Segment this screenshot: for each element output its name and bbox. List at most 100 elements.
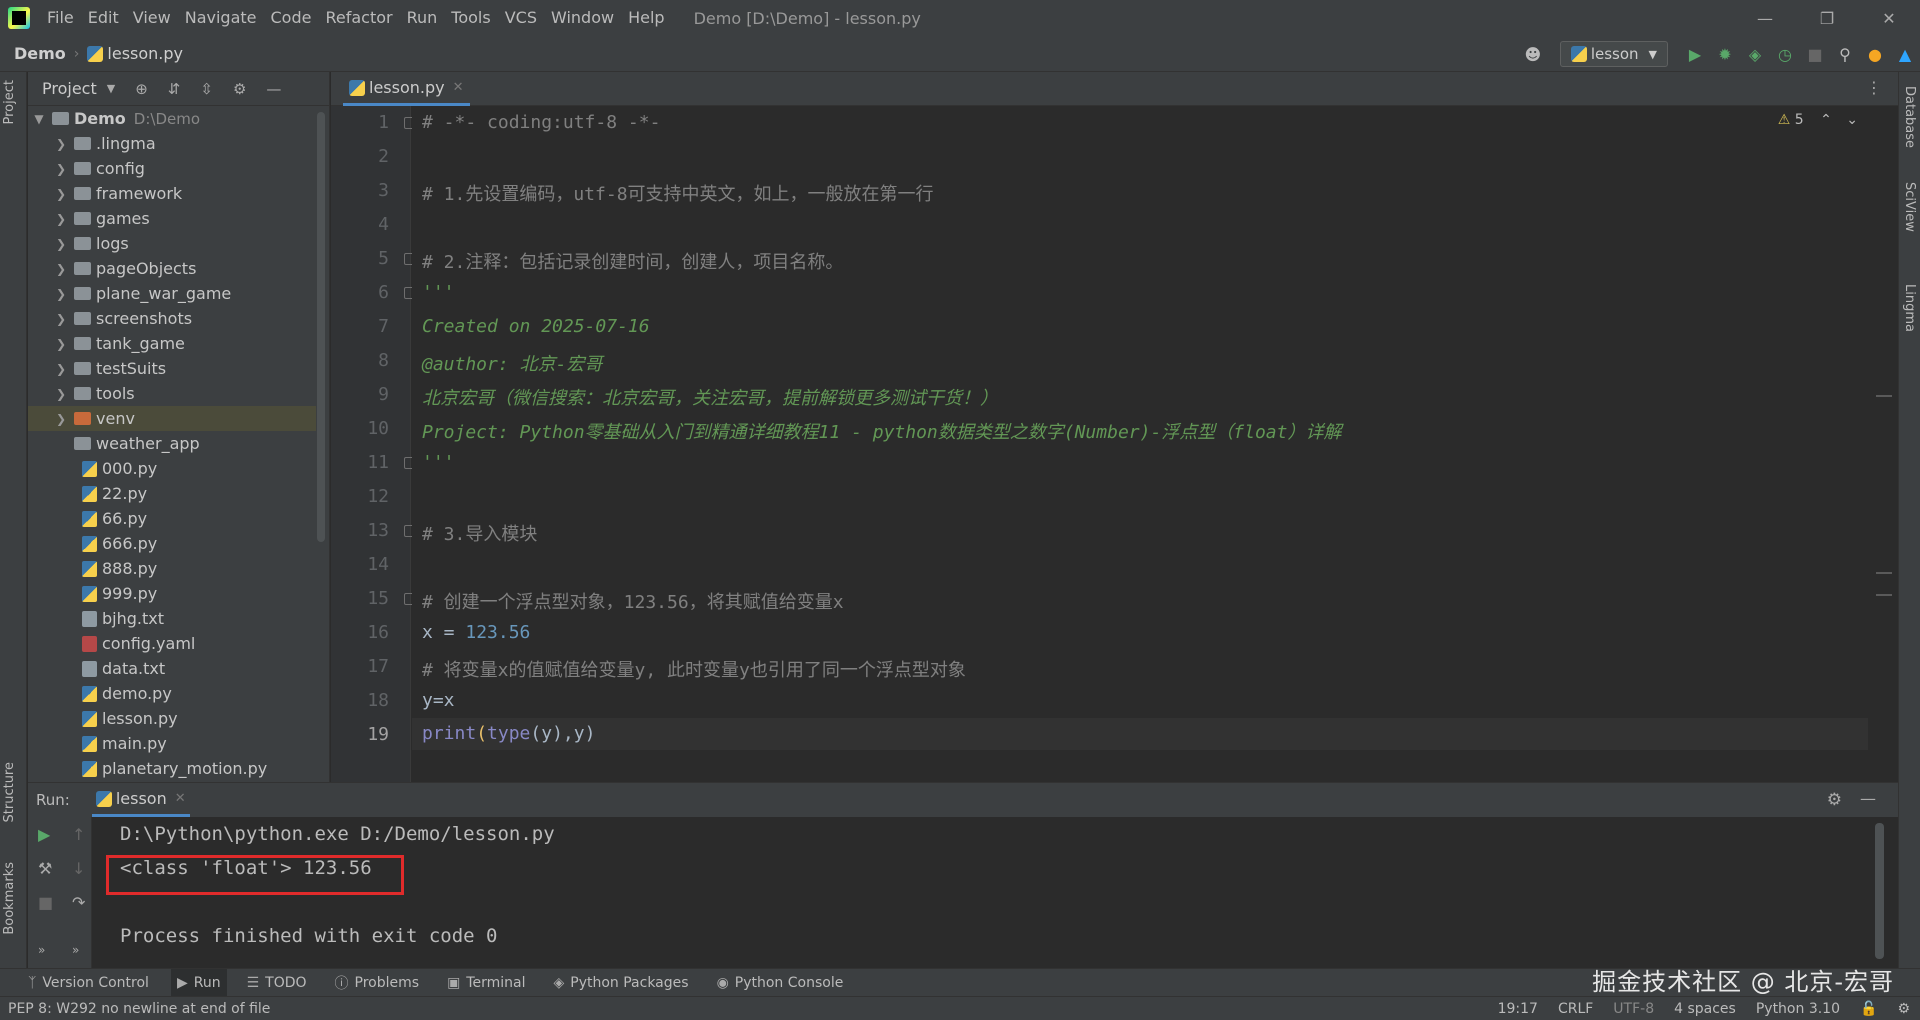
- tool-window-problems[interactable]: ⓘ Problems: [335, 973, 420, 993]
- tree-root[interactable]: ▼ Demo D:\Demo: [28, 106, 316, 131]
- wrench-icon[interactable]: ⚒: [38, 859, 52, 878]
- more-icon[interactable]: »: [38, 943, 45, 957]
- more-icon[interactable]: »: [72, 943, 79, 957]
- run-tab-lesson[interactable]: lesson ✕: [91, 783, 190, 817]
- chevron-right-icon[interactable]: ❯: [54, 162, 68, 176]
- search-icon[interactable]: ⚲: [1830, 36, 1860, 72]
- tree-file[interactable]: planetary_motion.py: [28, 756, 316, 781]
- tree-file[interactable]: lesson.py: [28, 706, 316, 731]
- python-interpreter[interactable]: Python 3.10: [1756, 1001, 1840, 1017]
- tree-folder-selected[interactable]: ❯ venv: [28, 406, 316, 431]
- chevron-right-icon[interactable]: ❯: [54, 137, 68, 151]
- lock-icon[interactable]: 🔓: [1860, 1001, 1877, 1017]
- chevron-right-icon[interactable]: ❯: [54, 187, 68, 201]
- profile-icon[interactable]: ◷: [1770, 36, 1800, 72]
- minimize-icon[interactable]: —: [1734, 0, 1796, 36]
- stop-icon[interactable]: ■: [38, 893, 53, 912]
- arrow-down-icon[interactable]: ↓: [72, 859, 85, 878]
- project-scrollbar[interactable]: [317, 112, 325, 542]
- tree-file[interactable]: 999.py: [28, 581, 316, 606]
- error-stripe-mark[interactable]: [1876, 572, 1892, 574]
- tool-tab-sciview[interactable]: SciView: [1902, 182, 1917, 232]
- chevron-right-icon[interactable]: ❯: [54, 387, 68, 401]
- coverage-icon[interactable]: ◈: [1740, 36, 1770, 72]
- chevron-right-icon[interactable]: ❯: [54, 237, 68, 251]
- update-icon[interactable]: ●: [1860, 36, 1890, 72]
- tool-tab-project[interactable]: Project: [2, 80, 17, 124]
- hide-icon[interactable]: —: [1860, 789, 1876, 808]
- tool-tab-database[interactable]: Database: [1902, 86, 1917, 148]
- inspection-widget[interactable]: ⚠ 5 ⌃ ⌄: [1778, 112, 1858, 128]
- error-stripe-mark[interactable]: [1876, 395, 1892, 397]
- debug-icon[interactable]: ✹: [1710, 36, 1740, 72]
- menu-vcs[interactable]: VCS: [498, 0, 544, 36]
- arrow-up-icon[interactable]: ↑: [72, 825, 85, 844]
- more-icon[interactable]: ⋮: [1866, 78, 1882, 97]
- close-tab-icon[interactable]: ✕: [453, 80, 464, 95]
- menu-code[interactable]: Code: [264, 0, 319, 36]
- tree-file[interactable]: bjhg.txt: [28, 606, 316, 631]
- tree-folder[interactable]: ❯ logs: [28, 231, 316, 256]
- run-icon[interactable]: ▶: [1680, 36, 1710, 72]
- chevron-right-icon[interactable]: ❯: [54, 312, 68, 326]
- menu-view[interactable]: View: [126, 0, 178, 36]
- close-icon[interactable]: ✕: [1858, 0, 1920, 36]
- tool-tab-bookmarks[interactable]: Bookmarks: [2, 862, 17, 935]
- line-separator[interactable]: CRLF: [1558, 1001, 1593, 1017]
- tree-file[interactable]: 888.py: [28, 556, 316, 581]
- chevron-right-icon[interactable]: ❯: [54, 362, 68, 376]
- menu-file[interactable]: File: [40, 0, 81, 36]
- run-configuration-select[interactable]: lesson ▼: [1559, 41, 1668, 67]
- chevron-right-icon[interactable]: ❯: [54, 412, 68, 426]
- breadcrumb-project[interactable]: Demo: [0, 44, 66, 63]
- chevron-down-icon[interactable]: ▼: [32, 112, 46, 126]
- restore-icon[interactable]: ❐: [1796, 0, 1858, 36]
- error-stripe-mark[interactable]: [1876, 594, 1892, 596]
- chevron-right-icon[interactable]: ❯: [54, 262, 68, 276]
- ai-assistant-icon[interactable]: ▲: [1890, 36, 1920, 72]
- tool-window-version-control[interactable]: ᛉ Version Control: [28, 975, 149, 991]
- tool-window-run[interactable]: ▶ Run: [170, 968, 227, 997]
- chevron-down-icon[interactable]: ⌄: [1846, 112, 1858, 128]
- menu-tools[interactable]: Tools: [444, 0, 497, 36]
- status-message[interactable]: PEP 8: W292 no newline at end of file: [8, 1001, 270, 1017]
- menu-navigate[interactable]: Navigate: [178, 0, 264, 36]
- tree-file[interactable]: main.py: [28, 731, 316, 756]
- tree-file[interactable]: 66.py: [28, 506, 316, 531]
- tree-folder[interactable]: ❯ .lingma: [28, 131, 316, 156]
- indent-setting[interactable]: 4 spaces: [1674, 1001, 1736, 1017]
- console-scrollbar[interactable]: [1875, 823, 1884, 959]
- tool-window-todo[interactable]: ☰ TODO: [247, 975, 307, 991]
- tab-lesson-py[interactable]: lesson.py ✕: [343, 72, 470, 106]
- tree-file[interactable]: data.txt: [28, 656, 316, 681]
- tree-folder[interactable]: ❯ tank_game: [28, 331, 316, 356]
- tool-window-python-console[interactable]: ◉ Python Console: [717, 975, 844, 991]
- locate-icon[interactable]: ⊕: [135, 80, 148, 98]
- tool-window-python-packages[interactable]: ◈ Python Packages: [553, 975, 688, 991]
- tree-file[interactable]: demo.py: [28, 681, 316, 706]
- project-view-select[interactable]: Project: [42, 79, 97, 98]
- gear-icon[interactable]: ⚙: [1827, 790, 1842, 810]
- chevron-right-icon[interactable]: ❯: [54, 212, 68, 226]
- tool-window-terminal[interactable]: ▣ Terminal: [447, 975, 525, 991]
- menu-refactor[interactable]: Refactor: [318, 0, 399, 36]
- file-encoding[interactable]: UTF-8: [1613, 1001, 1654, 1017]
- tree-file[interactable]: 22.py: [28, 481, 316, 506]
- code-editor[interactable]: # -*- coding:utf-8 -*- # 1.先设置编码，utf-8可支…: [412, 106, 1868, 782]
- breadcrumb-file[interactable]: lesson.py: [107, 44, 183, 63]
- tree-folder[interactable]: ❯ plane_war_game: [28, 281, 316, 306]
- tree-file[interactable]: 000.py: [28, 456, 316, 481]
- rerun-icon[interactable]: ▶: [38, 825, 50, 844]
- tree-folder[interactable]: ❯ framework: [28, 181, 316, 206]
- hide-icon[interactable]: —: [266, 80, 281, 98]
- tree-folder[interactable]: ❯ screenshots: [28, 306, 316, 331]
- chevron-up-icon[interactable]: ⌃: [1820, 112, 1832, 128]
- tree-folder[interactable]: ❯ games: [28, 206, 316, 231]
- tree-file[interactable]: config.yaml: [28, 631, 316, 656]
- menu-edit[interactable]: Edit: [81, 0, 126, 36]
- stop-icon[interactable]: ■: [1800, 36, 1830, 72]
- menu-help[interactable]: Help: [621, 0, 671, 36]
- collapse-all-icon[interactable]: ⇳: [200, 80, 213, 98]
- chevron-right-icon[interactable]: ❯: [54, 287, 68, 301]
- menu-window[interactable]: Window: [544, 0, 621, 36]
